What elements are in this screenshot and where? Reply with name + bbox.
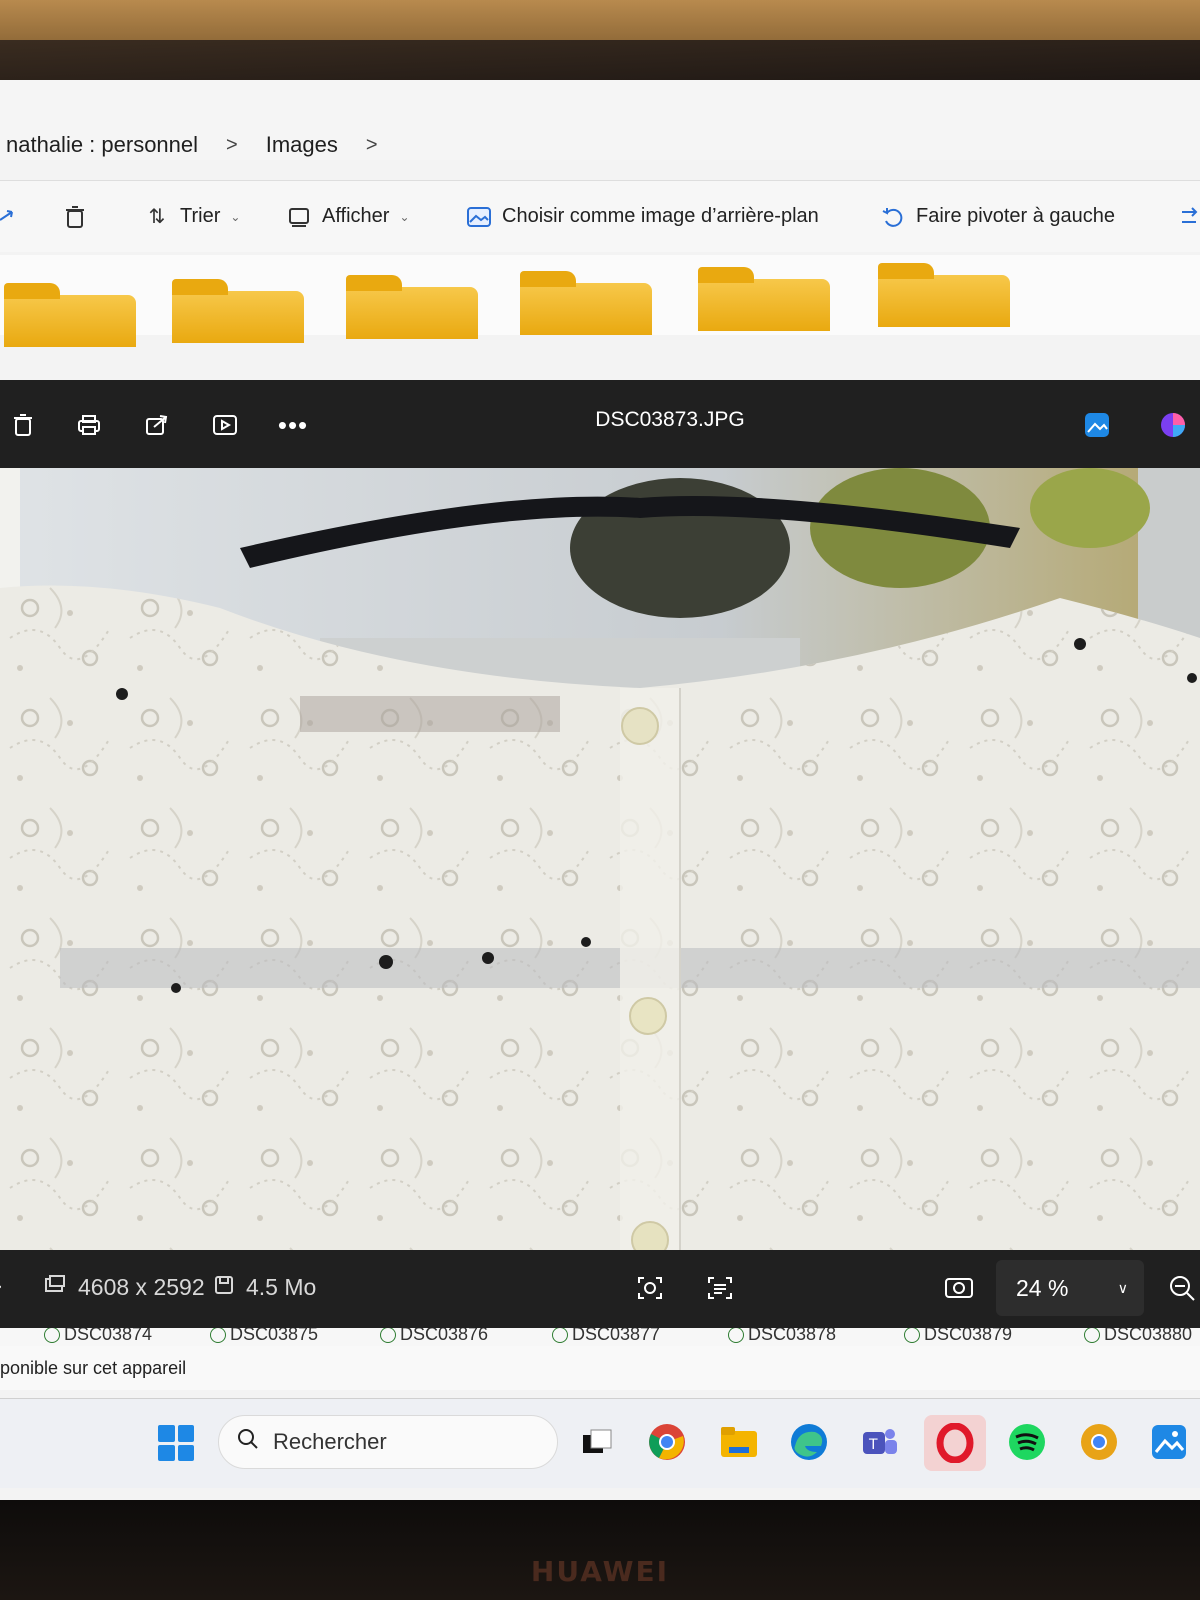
folder-icon[interactable] bbox=[346, 275, 478, 339]
sort-button[interactable]: ⇅ Trier ⌄ bbox=[144, 204, 241, 230]
filmstrip: DSC03874 DSC03875 DSC03876 DSC03877 DSC0… bbox=[0, 1328, 1200, 1346]
clipchamp-icon[interactable] bbox=[1156, 408, 1190, 442]
spotify-icon[interactable] bbox=[1004, 1419, 1050, 1465]
taskbar-search[interactable]: Rechercher bbox=[218, 1415, 558, 1469]
zoom-dropdown[interactable]: 24 % ∨ bbox=[996, 1260, 1144, 1316]
set-background-button[interactable]: Choisir comme image d’arrière-plan bbox=[466, 204, 819, 230]
chevron-down-icon: ⌄ bbox=[230, 209, 241, 224]
synced-check-icon bbox=[552, 1328, 568, 1343]
file-item[interactable]: DSC03875 bbox=[210, 1328, 318, 1345]
laptop-brand-logo: HUAWEI bbox=[530, 1555, 670, 1588]
file-explorer-icon[interactable] bbox=[716, 1419, 762, 1465]
zoom-out-icon[interactable] bbox=[1168, 1274, 1196, 1308]
zoom-value: 24 % bbox=[1016, 1274, 1069, 1301]
viewer-status-bar: › 4608 x 2592 4.5 Mo 24 % ∨ bbox=[0, 1250, 1200, 1328]
folder-grid bbox=[0, 255, 1200, 347]
fit-to-window-icon[interactable] bbox=[944, 1274, 974, 1308]
visual-search-icon[interactable] bbox=[636, 1274, 664, 1308]
delete-icon[interactable] bbox=[62, 204, 88, 230]
breadcrumb: nathalie : personnel > Images > bbox=[0, 120, 400, 170]
sort-icon: ⇅ bbox=[148, 206, 166, 228]
synced-check-icon bbox=[904, 1328, 920, 1343]
view-label: Afficher bbox=[322, 205, 390, 227]
search-placeholder: Rechercher bbox=[273, 1429, 387, 1454]
dimensions-icon bbox=[44, 1274, 66, 1301]
file-name: DSC03874 bbox=[64, 1328, 153, 1344]
explorer-toolbar: ⇅ Trier ⌄ Afficher ⌄ Choisir comme image… bbox=[0, 180, 1200, 252]
save-icon bbox=[214, 1274, 234, 1301]
breadcrumb-item-images[interactable]: Images bbox=[260, 132, 344, 158]
synced-check-icon bbox=[210, 1328, 226, 1343]
search-icon bbox=[237, 1428, 259, 1456]
photos-app-icon[interactable] bbox=[1080, 408, 1114, 442]
view-icon bbox=[286, 204, 312, 230]
taskbar: Rechercher T bbox=[0, 1398, 1200, 1488]
rotate-left-icon bbox=[880, 204, 906, 230]
file-item[interactable]: DSC03880 bbox=[1084, 1328, 1192, 1345]
photos-app-icon[interactable] bbox=[1146, 1419, 1192, 1465]
chevron-right-icon[interactable]: > bbox=[344, 134, 400, 157]
rotate-left-button[interactable]: Faire pivoter à gauche bbox=[880, 204, 1115, 230]
teams-icon[interactable]: T bbox=[856, 1419, 902, 1465]
chevron-right-icon: > bbox=[226, 133, 238, 156]
synced-check-icon bbox=[728, 1328, 744, 1343]
file-name: DSC03876 bbox=[400, 1328, 489, 1344]
synced-check-icon bbox=[44, 1328, 60, 1343]
synced-check-icon bbox=[380, 1328, 396, 1343]
laptop-screen: nathalie : personnel > Images > ⇅ Trier … bbox=[0, 80, 1200, 1500]
sort-label: Trier bbox=[180, 205, 221, 227]
folder-icon[interactable] bbox=[878, 263, 1010, 327]
opera-icon[interactable] bbox=[924, 1415, 986, 1471]
explorer-status-text: ponible sur cet appareil bbox=[0, 1346, 1200, 1390]
folder-icon[interactable] bbox=[4, 283, 136, 347]
folder-icon[interactable] bbox=[172, 279, 304, 343]
file-item[interactable]: DSC03876 bbox=[380, 1328, 488, 1345]
file-size-info: 4.5 Mo bbox=[214, 1274, 316, 1301]
file-item[interactable]: DSC03874 bbox=[44, 1328, 152, 1345]
share-icon[interactable] bbox=[0, 204, 20, 230]
file-name: DSC03877 bbox=[572, 1328, 661, 1344]
set-background-label: Choisir comme image d’arrière-plan bbox=[502, 205, 819, 227]
rotate-left-label: Faire pivoter à gauche bbox=[916, 205, 1116, 227]
dimensions-info: 4608 x 2592 bbox=[44, 1274, 205, 1301]
breadcrumb-item-nathalie[interactable]: nathalie : personnel bbox=[0, 132, 204, 158]
file-name: DSC03875 bbox=[230, 1328, 319, 1344]
file-name: DSC03878 bbox=[748, 1328, 837, 1344]
viewer-toolbar: ••• DSC03873.JPG bbox=[0, 380, 1200, 468]
viewer-file-name: DSC03873.JPG bbox=[595, 408, 745, 431]
windows-start-icon[interactable] bbox=[158, 1425, 194, 1461]
folder-icon[interactable] bbox=[698, 267, 830, 331]
dimensions-value: 4608 x 2592 bbox=[78, 1274, 205, 1300]
wallpaper-icon bbox=[466, 204, 492, 230]
chevron-down-icon: ⌄ bbox=[399, 209, 410, 224]
file-name: DSC03879 bbox=[924, 1328, 1013, 1344]
photo-canvas bbox=[0, 468, 1200, 1328]
folder-icon[interactable] bbox=[520, 271, 652, 335]
file-item[interactable]: DSC03877 bbox=[552, 1328, 660, 1345]
file-size-value: 4.5 Mo bbox=[246, 1274, 317, 1300]
chrome-canary-icon[interactable] bbox=[1076, 1419, 1122, 1465]
chevron-right-icon[interactable]: › bbox=[0, 1272, 2, 1300]
file-name: DSC03880 bbox=[1104, 1328, 1193, 1344]
chevron-down-icon: ∨ bbox=[1117, 1279, 1128, 1296]
synced-check-icon bbox=[1084, 1328, 1100, 1343]
task-view-icon[interactable] bbox=[574, 1419, 620, 1465]
rotate-right-icon[interactable] bbox=[1176, 204, 1200, 230]
edge-icon[interactable] bbox=[786, 1419, 832, 1465]
blouse-photo bbox=[0, 468, 1200, 1328]
chrome-icon[interactable] bbox=[644, 1419, 690, 1465]
file-item[interactable]: DSC03879 bbox=[904, 1328, 1012, 1345]
text-scan-icon[interactable] bbox=[706, 1274, 734, 1308]
view-button[interactable]: Afficher ⌄ bbox=[286, 204, 410, 230]
svg-text:T: T bbox=[868, 1437, 878, 1453]
file-item[interactable]: DSC03878 bbox=[728, 1328, 836, 1345]
